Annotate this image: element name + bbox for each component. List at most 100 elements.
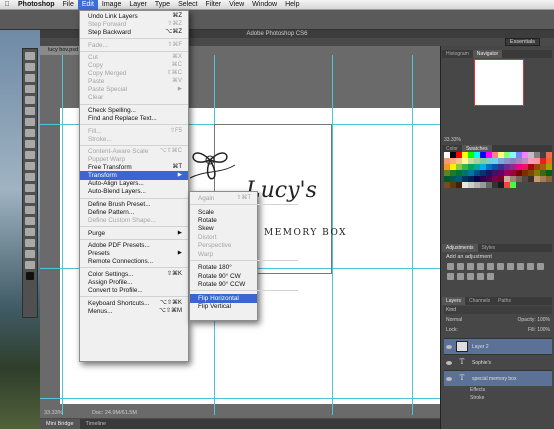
selective-color-icon[interactable] <box>487 273 494 280</box>
menu-edit[interactable]: Edit <box>77 0 98 10</box>
tab-styles[interactable]: Styles <box>478 244 500 252</box>
eraser-tool-icon[interactable] <box>25 162 35 170</box>
color-balance-icon[interactable] <box>507 263 514 270</box>
channel-mixer-icon[interactable] <box>537 263 544 270</box>
navigator-zoom[interactable]: 33.33% <box>444 137 461 143</box>
eye-icon[interactable] <box>446 344 452 349</box>
black-white-icon[interactable] <box>517 263 524 270</box>
guide-vertical[interactable] <box>412 55 413 415</box>
menu-image[interactable]: Image <box>98 0 125 10</box>
menu-item[interactable]: Warp <box>190 250 257 259</box>
tab-timeline[interactable]: Timeline <box>80 419 113 429</box>
guide-horizontal[interactable] <box>40 398 440 399</box>
layer-filter-kind[interactable]: Kind <box>444 306 552 314</box>
guide-vertical[interactable] <box>62 55 63 415</box>
menu-item[interactable]: Define Custom Shape... <box>80 216 188 225</box>
menu-item[interactable]: Step Backward ⌥⌘Z <box>80 28 188 37</box>
status-zoom[interactable]: 33.33% <box>44 410 63 416</box>
hue-saturation-icon[interactable] <box>497 263 504 270</box>
lasso-tool-icon[interactable] <box>25 74 35 82</box>
navigator-thumbnail[interactable] <box>474 59 524 106</box>
invert-icon[interactable] <box>447 273 454 280</box>
brush-tool-icon[interactable] <box>25 129 35 137</box>
menu-item[interactable]: Stroke... <box>80 135 188 144</box>
layer-effect-stroke[interactable]: Stroke <box>444 394 552 402</box>
menu-item[interactable]: Find and Replace Text... <box>80 114 188 123</box>
blur-tool-icon[interactable] <box>25 184 35 192</box>
swatch[interactable] <box>510 182 516 188</box>
type-tool-icon[interactable] <box>25 217 35 225</box>
tab-adjustments[interactable]: Adjustments <box>442 244 478 252</box>
photo-filter-icon[interactable] <box>527 263 534 270</box>
blend-mode-select[interactable]: Normal <box>446 316 462 324</box>
layer-effects-label[interactable]: Effects <box>444 386 552 394</box>
shape-tool-icon[interactable] <box>25 239 35 247</box>
layer-row[interactable]: T special memory box <box>444 370 552 386</box>
menu-window[interactable]: Window <box>248 0 281 10</box>
marquee-tool-icon[interactable] <box>25 63 35 71</box>
menu-item[interactable]: Fade... ⇧⌘F <box>80 41 188 50</box>
status-doc-size[interactable]: Doc: 24.9M/61.5M <box>92 410 137 416</box>
menu-item-label: Undo Link Layers <box>88 13 138 20</box>
menu-select[interactable]: Select <box>174 0 201 10</box>
crop-tool-icon[interactable] <box>25 96 35 104</box>
history-brush-tool-icon[interactable] <box>25 151 35 159</box>
menu-item-label: Step Forward <box>88 21 127 29</box>
curves-icon[interactable] <box>467 263 474 270</box>
menu-help[interactable]: Help <box>281 0 303 10</box>
tab-layers[interactable]: Layers <box>442 297 466 305</box>
dodge-tool-icon[interactable] <box>25 195 35 203</box>
pen-tool-icon[interactable] <box>25 206 35 214</box>
flower-doodle-icon <box>189 152 236 180</box>
quick-select-tool-icon[interactable] <box>25 85 35 93</box>
eye-icon[interactable] <box>446 360 452 365</box>
menu-item[interactable]: Auto-Blend Layers... <box>80 187 188 196</box>
menu-item[interactable]: Menus... ⌥⇧⌘M <box>80 307 188 316</box>
threshold-icon[interactable] <box>467 273 474 280</box>
healing-tool-icon[interactable] <box>25 118 35 126</box>
opacity-field[interactable]: Opacity: 100% <box>517 316 550 324</box>
path-select-tool-icon[interactable] <box>25 228 35 236</box>
layer-row[interactable]: T Sophie's <box>444 354 552 370</box>
menu-item[interactable]: Flip Vertical <box>190 302 257 311</box>
menu-filter[interactable]: Filter <box>202 0 226 10</box>
vibrance-icon[interactable] <box>487 263 494 270</box>
gradient-map-icon[interactable] <box>477 273 484 280</box>
gradient-tool-icon[interactable] <box>25 173 35 181</box>
layer-row[interactable]: Layer 2 <box>444 338 552 354</box>
menu-item[interactable]: Remote Connections... <box>80 257 188 266</box>
tab-histogram[interactable]: Histogram <box>442 50 473 58</box>
eyedropper-tool-icon[interactable] <box>25 107 35 115</box>
menu-view[interactable]: View <box>225 0 248 10</box>
levels-icon[interactable] <box>457 263 464 270</box>
menu-item[interactable]: Clear <box>80 93 188 102</box>
menu-item[interactable]: Convert to Profile... <box>80 286 188 295</box>
exposure-icon[interactable] <box>477 263 484 270</box>
move-tool-icon[interactable] <box>25 52 35 60</box>
foreground-color-swatch[interactable] <box>26 272 34 280</box>
menu-item[interactable]: Purge ▶ <box>80 229 188 238</box>
tab-channels[interactable]: Channels <box>465 297 494 305</box>
menu-layer[interactable]: Layer <box>125 0 151 10</box>
menu-item[interactable]: Rotate 90° CCW <box>190 280 257 289</box>
menu-file[interactable]: File <box>59 0 78 10</box>
apple-icon[interactable]:  <box>0 0 14 10</box>
tab-mini-bridge[interactable]: Mini Bridge <box>40 419 80 429</box>
menu-type[interactable]: Type <box>151 0 174 10</box>
app-menu[interactable]: Photoshop <box>14 0 59 10</box>
posterize-icon[interactable] <box>457 273 464 280</box>
tab-navigator[interactable]: Navigator <box>472 50 503 58</box>
menu-separator <box>80 226 188 228</box>
eye-icon[interactable] <box>446 376 452 381</box>
menu-item-label: Auto-Blend Layers... <box>88 188 146 196</box>
tab-paths[interactable]: Paths <box>494 297 515 305</box>
hand-tool-icon[interactable] <box>25 250 35 258</box>
menu-item[interactable]: Again ⇧⌘T <box>190 194 257 203</box>
stamp-tool-icon[interactable] <box>25 140 35 148</box>
workspace-switcher[interactable]: Essentials <box>504 38 540 46</box>
swatch[interactable] <box>546 176 552 182</box>
fill-field[interactable]: Fill: 100% <box>528 326 550 334</box>
zoom-tool-icon[interactable] <box>25 261 35 269</box>
brightness-icon[interactable] <box>447 263 454 270</box>
menu-item-label: Adobe PDF Presets... <box>88 242 150 250</box>
